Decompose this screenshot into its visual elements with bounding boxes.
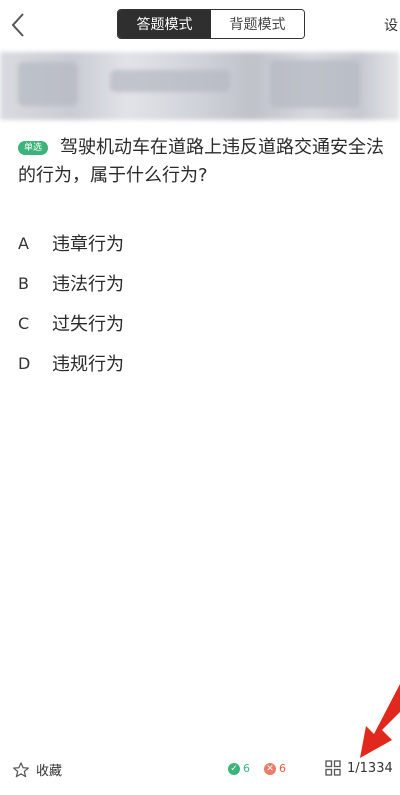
option-text: 违法行为 [52, 274, 124, 295]
banner-blob [270, 60, 360, 108]
option-letter: D [18, 353, 31, 373]
red-arrow-annotation [360, 684, 400, 758]
star-icon [13, 761, 29, 777]
option-d[interactable]: D 违规行为 [18, 343, 378, 383]
option-letter: A [18, 233, 29, 253]
question-text: 驾驶机动车在道路上违反道路交通安全法的行为，属于什么行为? [18, 137, 385, 186]
tab-answer-mode[interactable]: 答题模式 [118, 10, 211, 38]
bottom-bar: 收藏 ✓ 6 ✕ 6 1/1334 [0, 752, 400, 790]
question-type-badge: 单选 [18, 141, 49, 155]
cross-icon: ✕ [264, 762, 276, 775]
tab-memorize-mode[interactable]: 背题模式 [211, 10, 304, 38]
favorite-label: 收藏 [36, 764, 63, 779]
banner-blob [110, 70, 230, 92]
exam-page: 答题模式 背题模式 设 单选 驾驶机动车在道路上违反道路交通安全法的行为，属于什么… [0, 0, 400, 795]
banner-blob [18, 62, 78, 106]
option-letter: C [18, 313, 30, 333]
chevron-left-icon [11, 13, 24, 37]
wrong-count-value: 6 [279, 762, 286, 775]
question-text-block: 单选 驾驶机动车在道路上违反道路交通安全法的行为，属于什么行为? [18, 134, 400, 190]
grid-icon [325, 760, 341, 776]
option-c[interactable]: C 过失行为 [18, 303, 378, 343]
favorite-button[interactable]: 收藏 [12, 760, 62, 779]
correct-count: ✓ 6 [228, 762, 250, 775]
option-text: 违章行为 [52, 234, 124, 255]
check-icon: ✓ [228, 762, 240, 775]
option-text: 过失行为 [52, 314, 124, 335]
settings-button[interactable]: 设 [384, 15, 398, 35]
wrong-count: ✕ 6 [264, 762, 286, 775]
option-b[interactable]: B 违法行为 [18, 263, 378, 303]
option-letter: B [18, 273, 29, 293]
mode-switcher: 答题模式 背题模式 [117, 9, 305, 39]
top-bar: 答题模式 背题模式 设 [0, 0, 400, 50]
back-button[interactable] [4, 8, 32, 42]
ad-banner[interactable] [0, 52, 400, 120]
correct-count-value: 6 [243, 762, 250, 775]
option-a[interactable]: A 违章行为 [18, 223, 378, 263]
answer-options: A 违章行为 B 违法行为 C 过失行为 D 违规行为 [18, 223, 378, 383]
option-text: 违规行为 [52, 354, 124, 375]
